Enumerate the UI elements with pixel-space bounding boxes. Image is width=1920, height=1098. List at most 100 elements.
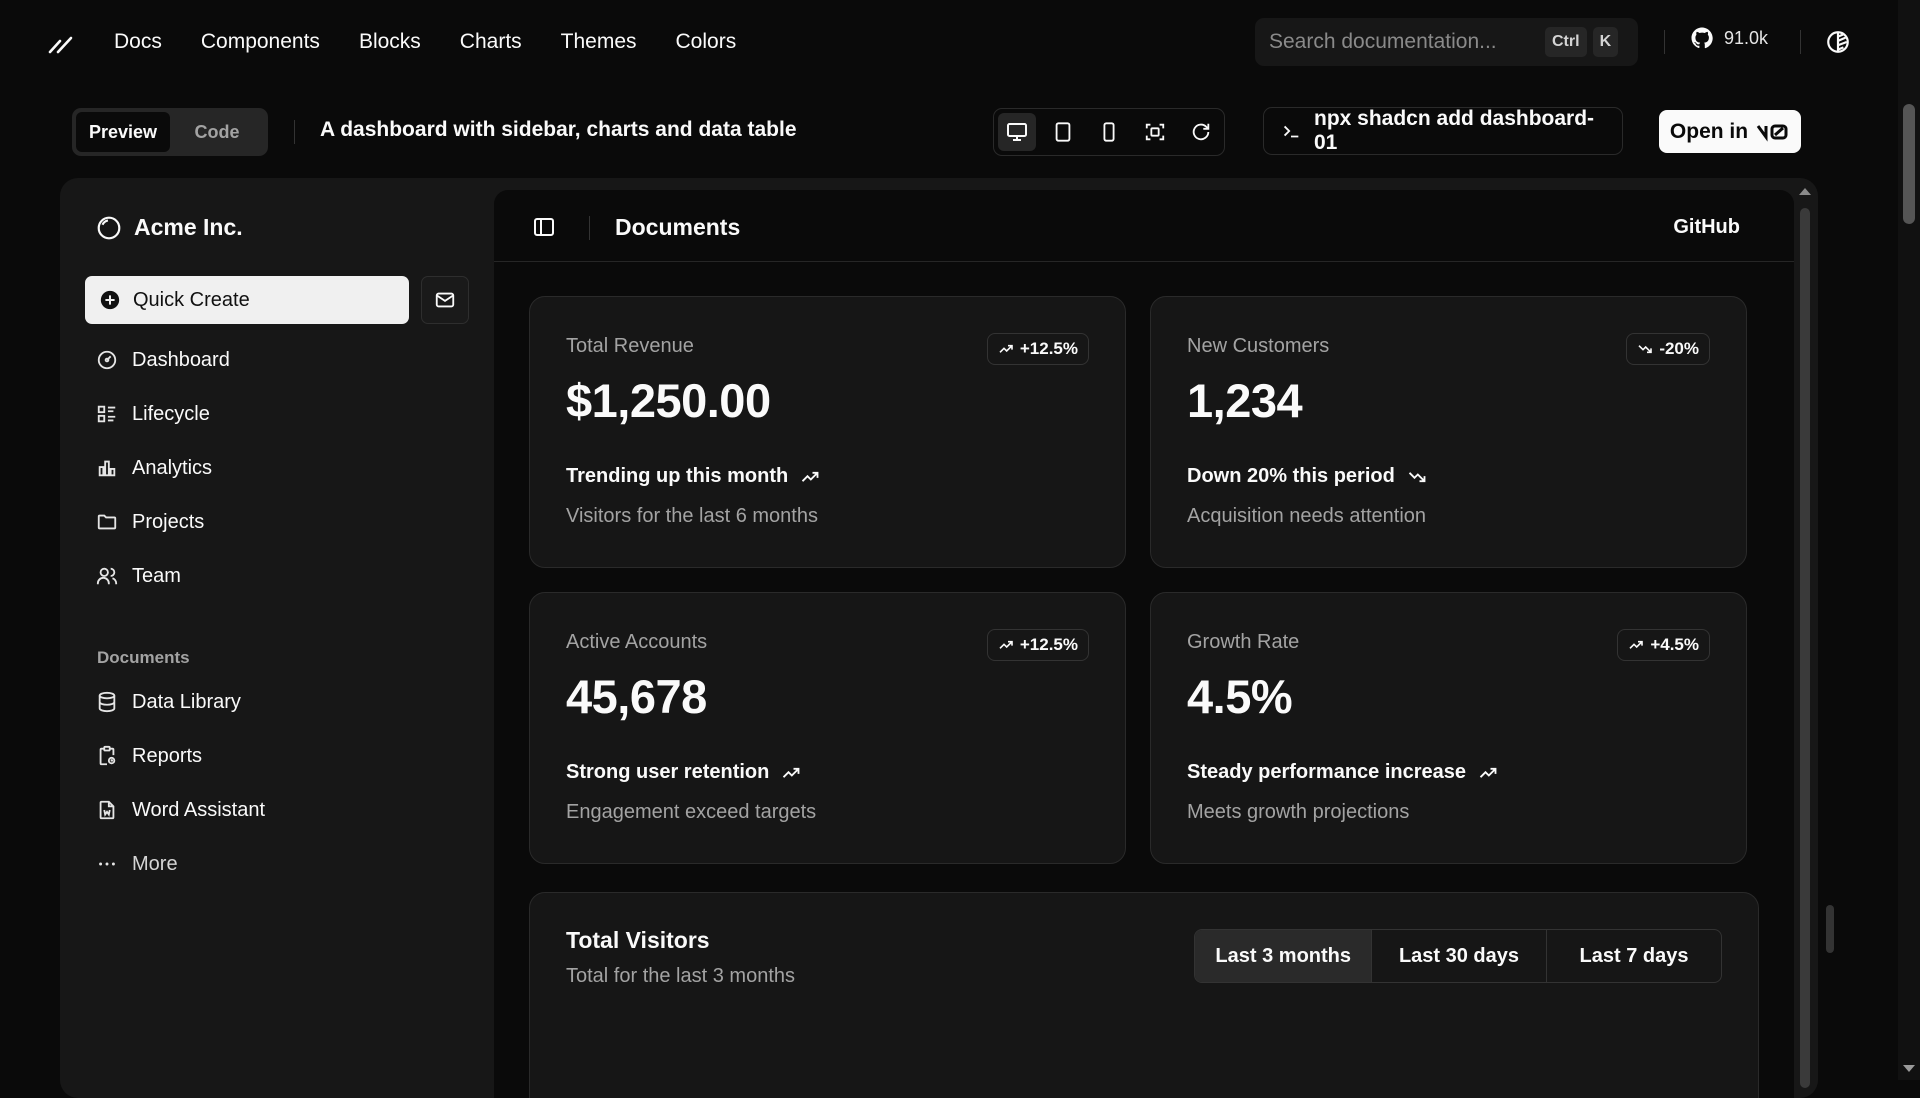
- divider: [589, 216, 590, 240]
- nav-link-colors[interactable]: Colors: [676, 30, 737, 54]
- card-trend: Strong user retention: [566, 761, 801, 784]
- open-in-label: Open in: [1669, 119, 1749, 143]
- card-trend: Steady performance increase: [1187, 761, 1498, 784]
- brand[interactable]: Acme Inc.: [96, 214, 243, 241]
- card-value: $1,250.00: [566, 374, 771, 427]
- sidebar-item-word-assistant[interactable]: Word Assistant: [96, 783, 265, 837]
- sidebar-item-label: Projects: [132, 510, 205, 533]
- badge-text: +4.5%: [1650, 635, 1699, 654]
- dashboard-icon: [96, 349, 118, 371]
- trending-down-icon: [1637, 341, 1653, 357]
- resize-handle[interactable]: [1826, 905, 1834, 953]
- preview-tab[interactable]: Preview: [76, 112, 170, 152]
- mobile-icon[interactable]: [1090, 113, 1128, 151]
- tablet-icon[interactable]: [1044, 113, 1082, 151]
- badge-text: +12.5%: [1019, 635, 1078, 654]
- shadcn-logo-icon[interactable]: [46, 28, 74, 56]
- stat-card-growth-rate: Growth Rate 4.5% +4.5% Steady performanc…: [1150, 592, 1747, 864]
- sidebar-item-label: Lifecycle: [132, 402, 210, 425]
- theme-toggle-icon[interactable]: [1824, 28, 1852, 56]
- main-header: Documents GitHub: [494, 190, 1794, 262]
- divider: [1664, 30, 1665, 54]
- preview-scrollbar[interactable]: [1791, 178, 1817, 1088]
- trending-up-icon: [1478, 763, 1498, 783]
- sidebar-item-more[interactable]: More: [96, 837, 265, 891]
- top-navigation: Docs Components Blocks Charts Themes Col…: [0, 0, 1898, 84]
- code-tab[interactable]: Code: [170, 112, 264, 152]
- file-word-icon: [96, 799, 118, 821]
- dots-icon: [96, 853, 118, 875]
- card-trend: Trending up this month: [566, 465, 820, 488]
- sidebar-toggle-icon[interactable]: [532, 215, 556, 239]
- card-subtext: Acquisition needs attention: [1187, 505, 1427, 527]
- kbd-ctrl: Ctrl: [1545, 27, 1587, 57]
- search-input[interactable]: [1269, 30, 1539, 54]
- sidebar-item-label: Analytics: [132, 456, 213, 479]
- divider: [294, 120, 295, 144]
- install-command-text: npx shadcn add dashboard-01: [1314, 107, 1595, 154]
- nav-link-blocks[interactable]: Blocks: [359, 30, 421, 54]
- trend-text: Down 20% this period: [1187, 465, 1395, 487]
- documents-menu: Data Library Reports Word Assistant More: [96, 675, 265, 891]
- nav-link-charts[interactable]: Charts: [460, 30, 522, 54]
- nav-links: Docs Components Blocks Charts Themes Col…: [114, 0, 736, 84]
- page-scrollbar-thumb[interactable]: [1903, 104, 1915, 224]
- card-value: 45,678: [566, 670, 707, 723]
- trending-down-icon: [1407, 467, 1427, 487]
- scroll-up-arrow-icon[interactable]: [1798, 186, 1812, 196]
- mail-icon: [434, 289, 456, 311]
- nav-link-themes[interactable]: Themes: [561, 30, 637, 54]
- card-trend: Down 20% this period: [1187, 465, 1427, 488]
- fullscreen-icon[interactable]: [1136, 113, 1174, 151]
- range-option-7-days[interactable]: Last 7 days: [1546, 930, 1721, 982]
- block-description: A dashboard with sidebar, charts and dat…: [320, 118, 797, 141]
- status-badge: +4.5%: [1617, 629, 1710, 661]
- search-box[interactable]: Ctrl K: [1255, 18, 1638, 66]
- acme-logo-icon: [96, 215, 122, 241]
- status-badge: -20%: [1626, 333, 1710, 365]
- page-scrollbar[interactable]: [1898, 0, 1920, 1080]
- plus-circle-icon: [99, 289, 121, 311]
- sidebar-item-dashboard[interactable]: Dashboard: [96, 333, 230, 387]
- sidebar-item-team[interactable]: Team: [96, 549, 230, 603]
- range-option-3-months[interactable]: Last 3 months: [1195, 930, 1371, 982]
- v0-logo-icon: [1756, 122, 1790, 142]
- users-icon: [96, 565, 118, 587]
- sidebar-item-label: More: [132, 852, 178, 875]
- card-value: 4.5%: [1187, 670, 1293, 723]
- github-stars-link[interactable]: 91.0k: [1690, 26, 1768, 50]
- report-icon: [96, 745, 118, 767]
- desktop-icon[interactable]: [998, 113, 1036, 151]
- sidebar-item-reports[interactable]: Reports: [96, 729, 265, 783]
- trend-text: Strong user retention: [566, 761, 770, 783]
- divider: [1800, 30, 1801, 54]
- nav-link-docs[interactable]: Docs: [114, 30, 162, 54]
- sidebar-item-data-library[interactable]: Data Library: [96, 675, 265, 729]
- stat-card-total-revenue: Total Revenue $1,250.00 +12.5% Trending …: [529, 296, 1126, 568]
- documents-section-title: Documents: [97, 648, 190, 667]
- sidebar-item-projects[interactable]: Projects: [96, 495, 230, 549]
- install-command-button[interactable]: npx shadcn add dashboard-01: [1263, 107, 1623, 155]
- kbd-k: K: [1592, 27, 1619, 57]
- sidebar-item-lifecycle[interactable]: Lifecycle: [96, 387, 230, 441]
- card-subtext: Visitors for the last 6 months: [566, 505, 818, 527]
- sidebar-item-analytics[interactable]: Analytics: [96, 441, 230, 495]
- refresh-icon[interactable]: [1182, 113, 1220, 151]
- sidebar: Acme Inc. Quick Create Dashboard Lifecyc…: [60, 178, 493, 1098]
- trending-up-icon: [998, 637, 1014, 653]
- badge-text: +12.5%: [1019, 339, 1078, 358]
- quick-create-button[interactable]: Quick Create: [85, 276, 409, 324]
- open-in-v0-button[interactable]: Open in: [1659, 110, 1801, 153]
- dashboard-preview: Acme Inc. Quick Create Dashboard Lifecyc…: [60, 178, 1818, 1098]
- inbox-button[interactable]: [421, 276, 469, 324]
- sidebar-item-label: Reports: [132, 744, 203, 767]
- list-details-icon: [96, 403, 118, 425]
- github-link[interactable]: GitHub: [1673, 216, 1740, 239]
- card-value: 1,234: [1187, 374, 1303, 427]
- preview-scrollbar-thumb[interactable]: [1800, 208, 1810, 1088]
- folder-icon: [96, 511, 118, 533]
- range-option-30-days[interactable]: Last 30 days: [1371, 930, 1546, 982]
- nav-link-components[interactable]: Components: [201, 30, 320, 54]
- scroll-down-arrow-icon[interactable]: [1902, 1064, 1916, 1074]
- status-badge: +12.5%: [986, 333, 1089, 365]
